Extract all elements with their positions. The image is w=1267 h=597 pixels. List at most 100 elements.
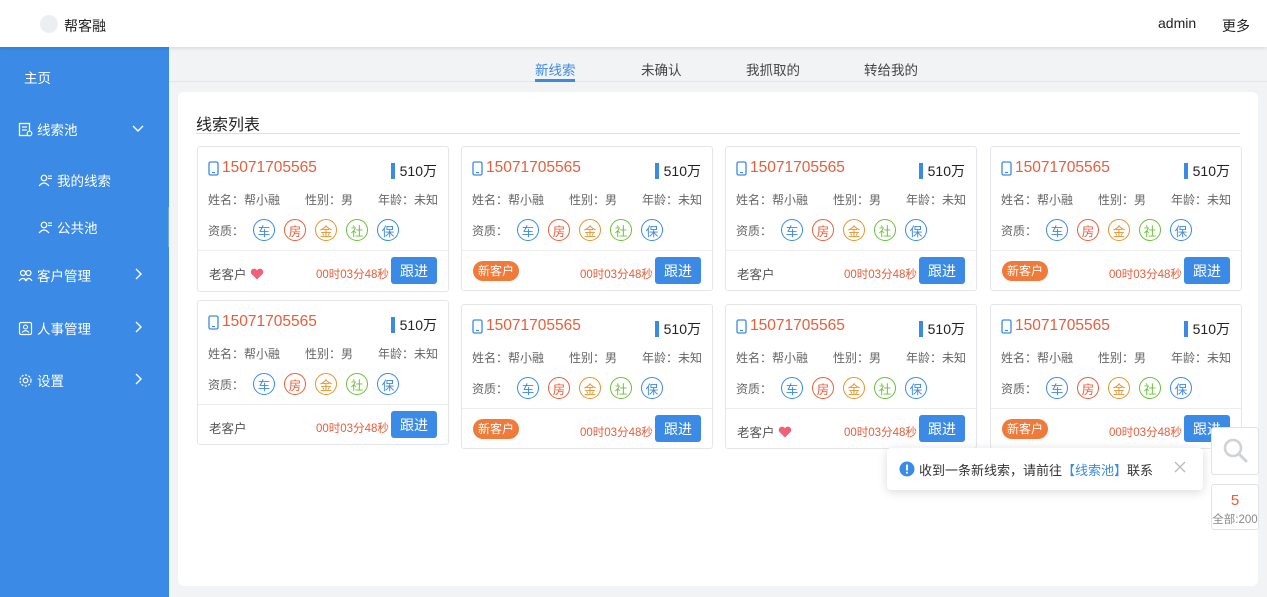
lead-gender: 性别：男: [569, 193, 618, 207]
sidebar-item-settings[interactable]: 设置: [0, 360, 169, 400]
card-divider: [726, 250, 976, 251]
active-tab-indicator: [535, 79, 575, 82]
lead-name: 姓名：帮小融: [208, 347, 281, 361]
tab-unconfirmed[interactable]: 未确认: [641, 59, 682, 79]
lead-card[interactable]: 15071705565 510万 姓名：帮小融 性别：男 年龄：未知 资质： 车房金社保新客…: [461, 304, 713, 449]
qual-insurance-badge: 保: [1170, 219, 1193, 241]
user-menu[interactable]: admin: [1158, 15, 1196, 31]
customer-type: 老客户: [737, 264, 775, 283]
heart-icon[interactable]: [778, 426, 792, 438]
lead-gender: 性别：男: [833, 351, 882, 365]
lead-phone-number: 15071705565: [486, 159, 581, 176]
id-card-icon: [17, 320, 33, 336]
lead-phone[interactable]: 15071705565: [736, 159, 845, 177]
amount-bar: [654, 321, 659, 337]
follow-button[interactable]: 跟进: [391, 411, 437, 438]
follow-button[interactable]: 跟进: [1184, 257, 1230, 284]
lead-card[interactable]: 15071705565 510万 姓名：帮小融 性别：男 年龄：未知 资质： 车房金社保老客…: [197, 300, 449, 445]
lead-qualifications: 资质： 车房金社保: [208, 373, 400, 395]
qual-gold-badge: 金: [579, 377, 602, 399]
qual-car-badge: 车: [253, 373, 276, 395]
lead-card[interactable]: 15071705565 510万 姓名：帮小融 性别：男 年龄：未知 资质： 车房金社保老客…: [725, 304, 977, 449]
chevron-down-icon: [132, 121, 144, 135]
brand-name: 帮客融: [64, 18, 106, 34]
lead-card[interactable]: 15071705565 510万 姓名：帮小融 性别：男 年龄：未知 资质： 车房金社保新客…: [990, 146, 1242, 291]
customer-type: 老客户: [209, 264, 264, 283]
lead-counter[interactable]: 5 全部:200: [1211, 484, 1259, 530]
sidebar-divider: [168, 207, 169, 247]
lead-card[interactable]: 15071705565 510万 姓名：帮小融 性别：男 年龄：未知 资质： 车房金社保新客…: [990, 304, 1242, 449]
lead-amount: 510万: [654, 319, 701, 339]
lead-timer: 00时03分48秒: [844, 269, 917, 281]
qual-car-badge: 车: [781, 377, 804, 399]
card-divider: [726, 408, 976, 409]
gear-icon: [17, 372, 33, 388]
page-title: 线索列表: [196, 117, 261, 134]
lead-card[interactable]: 15071705565 510万 姓名：帮小融 性别：男 年龄：未知 资质： 车房金社保新客…: [461, 146, 713, 291]
lead-amount: 510万: [390, 315, 437, 335]
chevron-right-icon: [132, 372, 144, 386]
lead-phone[interactable]: 15071705565: [1001, 317, 1110, 335]
more-menu[interactable]: 更多: [1222, 16, 1250, 36]
quals-label: 资质：: [736, 381, 773, 396]
qual-car-badge: 车: [781, 219, 804, 241]
lead-phone[interactable]: 15071705565: [208, 159, 317, 177]
qual-social-badge: 社: [610, 219, 633, 241]
lead-pool-link[interactable]: 【线索池】: [1062, 460, 1127, 479]
heart-icon[interactable]: [250, 268, 264, 280]
lead-gender: 性别：男: [569, 351, 618, 365]
lead-card[interactable]: 15071705565 510万 姓名：帮小融 性别：男 年龄：未知 资质： 车房金社保老客…: [725, 146, 977, 291]
close-icon[interactable]: [1174, 461, 1186, 473]
lead-phone[interactable]: 15071705565: [208, 313, 317, 331]
lead-age: 年龄：未知: [1171, 193, 1232, 207]
sidebar-item-public-pool[interactable]: 公共池: [0, 207, 169, 247]
search-button[interactable]: [1211, 427, 1259, 475]
lead-amount: 510万: [1183, 319, 1230, 339]
lead-card[interactable]: 15071705565 510万 姓名：帮小融 性别：男 年龄：未知 资质： 车房金社保老客…: [197, 146, 449, 292]
customer-type-label: 老客户: [737, 426, 775, 440]
sidebar-item-lead-pool[interactable]: 线索池: [0, 109, 169, 149]
lead-amount-value: 510万: [927, 321, 965, 337]
sidebar-item-label: 客户管理: [37, 269, 91, 284]
sidebar-item-my-leads[interactable]: 我的线索: [0, 160, 169, 200]
lead-phone-number: 15071705565: [750, 317, 845, 334]
sidebar: 主页 线索池 我的线索 公共池 客户管理 人事管理 设置: [0, 47, 169, 597]
lead-gender: 性别：男: [1098, 193, 1147, 207]
tab-grabbed[interactable]: 我抓取的: [746, 59, 800, 79]
qual-gold-badge: 金: [843, 219, 866, 241]
follow-button[interactable]: 跟进: [919, 257, 965, 284]
lead-phone-number: 15071705565: [1015, 159, 1110, 176]
customer-type-badge: 新客户: [473, 419, 520, 439]
qual-gold-badge: 金: [315, 373, 338, 395]
follow-button[interactable]: 跟进: [919, 415, 965, 442]
qual-insurance-badge: 保: [905, 219, 928, 241]
qual-house-badge: 房: [812, 377, 835, 399]
qual-house-badge: 房: [284, 219, 307, 241]
sidebar-item-label: 主页: [24, 71, 51, 86]
follow-button[interactable]: 跟进: [655, 415, 701, 442]
lead-phone[interactable]: 15071705565: [736, 317, 845, 335]
sidebar-item-home[interactable]: 主页: [0, 57, 169, 97]
lead-phone-number: 15071705565: [1015, 317, 1110, 334]
notification-text-end: 联系: [1127, 462, 1154, 478]
lead-age: 年龄：未知: [642, 351, 703, 365]
lead-amount: 510万: [654, 161, 701, 181]
lead-phone[interactable]: 15071705565: [472, 317, 581, 335]
follow-button[interactable]: 跟进: [391, 257, 437, 284]
user-list-icon: [37, 219, 53, 235]
follow-button[interactable]: 跟进: [655, 257, 701, 284]
lead-phone[interactable]: 15071705565: [1001, 159, 1110, 177]
lead-name: 姓名：帮小融: [472, 351, 545, 365]
tab-transferred[interactable]: 转给我的: [864, 59, 918, 79]
tab-new-leads[interactable]: 新线索: [535, 59, 576, 79]
lead-tabs: 新线索 未确认 我抓取的 转给我的: [169, 47, 1267, 82]
lead-amount-value: 510万: [663, 321, 701, 337]
lead-name: 姓名：帮小融: [1001, 351, 1074, 365]
card-divider: [462, 250, 712, 251]
lead-phone[interactable]: 15071705565: [472, 159, 581, 177]
sidebar-item-hr-mgmt[interactable]: 人事管理: [0, 308, 169, 348]
sidebar-item-customer-mgmt[interactable]: 客户管理: [0, 255, 169, 295]
sidebar-item-label: 我的线索: [57, 174, 111, 189]
lead-timer: 00时03分48秒: [316, 423, 389, 435]
qual-insurance-badge: 保: [641, 377, 664, 399]
